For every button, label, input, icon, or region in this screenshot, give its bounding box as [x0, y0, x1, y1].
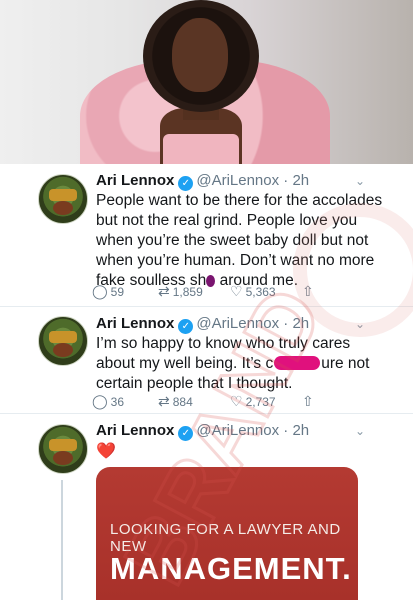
tweet-line: but not the real grind. People love you [96, 212, 358, 229]
avatar[interactable] [38, 174, 88, 224]
retweet-count: 1,859 [172, 284, 203, 299]
tweet-text: People want to be there for the accolade… [96, 191, 386, 291]
tweet-text-part: ure not [321, 355, 370, 372]
tweet-text-part: about my well being. It’s c [96, 355, 274, 372]
handle[interactable]: @AriLennox [196, 315, 279, 332]
verified-badge-icon: ✓ [178, 426, 194, 441]
reply-icon: ◯ [92, 393, 108, 409]
retweet-button[interactable]: ⇄ 884 [158, 393, 193, 410]
retweet-icon: ⇄ [158, 393, 170, 409]
separator-dot: · [283, 172, 289, 189]
verified-badge-icon: ✓ [178, 319, 194, 334]
tweet-line: I’m so happy to know who truly cares [96, 335, 351, 352]
display-name[interactable]: Ari Lennox [96, 172, 174, 189]
avatar[interactable] [38, 424, 88, 474]
header-photo [0, 0, 413, 164]
handle[interactable]: @AriLennox [196, 422, 279, 439]
retweet-icon: ⇄ [158, 283, 170, 299]
tweet-line: when you’re the sweet baby doll but not [96, 232, 369, 249]
reply-count: 59 [110, 284, 125, 299]
tweet-header: Ari Lennox ✓ @AriLennox · 2h [96, 172, 309, 191]
attached-image[interactable]: LOOKING FOR A LAWYER AND NEW MANAGEMENT. [96, 467, 358, 600]
retweet-count: 884 [172, 394, 193, 409]
tweet-line: People want to be there for the accolade… [96, 192, 383, 209]
thread-line [61, 480, 63, 600]
retweet-button[interactable]: ⇄ 1,859 [158, 283, 203, 300]
chevron-down-icon[interactable]: ⌄ [355, 424, 365, 438]
like-count: 5,363 [245, 284, 276, 299]
chevron-down-icon[interactable]: ⌄ [355, 317, 365, 331]
tweet-line: about my well being. It’s c ure not [96, 354, 386, 374]
heart-icon: ♡ [230, 283, 243, 299]
redaction-mark [274, 356, 321, 370]
tweet-actions: ◯ 36 ⇄ 884 ♡ 2,737 ⇧ [92, 393, 322, 411]
heart-icon: ♡ [230, 393, 243, 409]
share-icon: ⇧ [302, 283, 314, 299]
tweet-1[interactable]: Ari Lennox ✓ @AriLennox · 2h ⌄ People want… [0, 164, 413, 306]
timestamp[interactable]: 2h [292, 172, 309, 189]
tweet-line: when you’re human. Don’t want no more [96, 252, 375, 269]
tweet-header: Ari Lennox ✓ @AriLennox · 2h [96, 315, 309, 334]
like-count: 2,737 [245, 394, 276, 409]
reply-count: 36 [110, 394, 125, 409]
reply-button[interactable]: ◯ 59 [92, 283, 124, 300]
poster-text-line-2: MANAGEMENT. [110, 551, 352, 586]
display-name[interactable]: Ari Lennox [96, 422, 174, 439]
pink-top [163, 134, 239, 164]
tweet-2[interactable]: Ari Lennox ✓ @AriLennox · 2h ⌄ I’m so happ… [0, 307, 413, 413]
timestamp[interactable]: 2h [292, 315, 309, 332]
poster-text-line-1: LOOKING FOR A LAWYER AND NEW [110, 521, 341, 555]
reply-button[interactable]: ◯ 36 [92, 393, 124, 410]
display-name[interactable]: Ari Lennox [96, 315, 174, 332]
photo-face [172, 18, 228, 92]
share-button[interactable]: ⇧ [302, 283, 314, 300]
heart-emoji: ❤️ [96, 443, 116, 460]
handle[interactable]: @AriLennox [196, 172, 279, 189]
like-button[interactable]: ♡ 2,737 [230, 393, 276, 410]
like-button[interactable]: ♡ 5,363 [230, 283, 276, 300]
separator-dot: · [283, 422, 289, 439]
tweet-actions: ◯ 59 ⇄ 1,859 ♡ 5,363 ⇧ [92, 283, 322, 301]
reply-icon: ◯ [92, 283, 108, 299]
avatar[interactable] [38, 316, 88, 366]
timestamp[interactable]: 2h [292, 422, 309, 439]
separator-dot: · [283, 315, 289, 332]
tweet-header: Ari Lennox ✓ @AriLennox · 2h [96, 422, 309, 441]
share-button[interactable]: ⇧ [302, 393, 314, 410]
tweet-text: I’m so happy to know who truly cares abo… [96, 334, 386, 394]
verified-badge-icon: ✓ [178, 176, 194, 191]
share-icon: ⇧ [302, 393, 314, 409]
chevron-down-icon[interactable]: ⌄ [355, 174, 365, 188]
tweet-line: certain people that I thought. [96, 375, 293, 392]
